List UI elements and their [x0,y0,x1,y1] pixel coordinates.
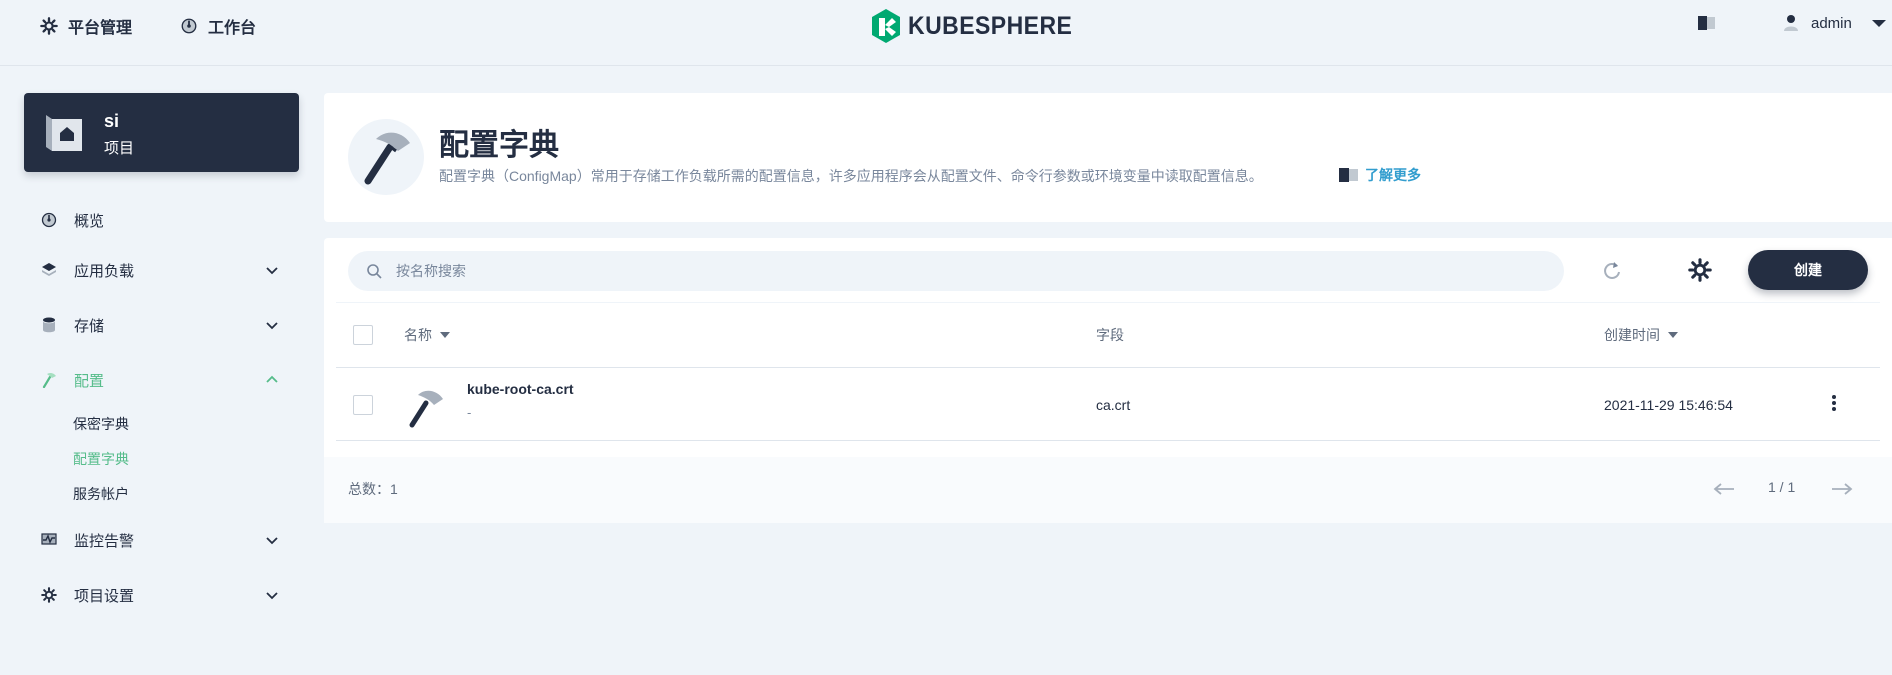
create-button[interactable]: 创建 [1748,250,1868,290]
table-row[interactable]: kube-root-ca.crt - ca.crt 2021-11-29 15:… [336,369,1880,441]
arrow-right-icon[interactable] [1830,481,1854,497]
workbench-link[interactable]: 工作台 [180,14,256,38]
chevron-down-icon [266,592,278,600]
kubesphere-logo[interactable]: KUBESPHERE [870,8,1087,44]
search-icon [367,264,382,279]
sidebar-item-label: 概览 [74,212,105,230]
page-title: 配置字典 [439,129,559,162]
chevron-down-icon [266,537,278,545]
configmap-description: - [467,405,472,420]
more-options-icon[interactable] [1826,393,1842,413]
sidebar-item-label: 监控告警 [74,532,135,550]
project-icon [46,115,82,151]
hammer-icon [409,390,443,428]
user-icon [1784,15,1798,31]
platform-management-label: 平台管理 [68,20,133,37]
user-menu[interactable]: admin [1783,14,1886,32]
sidebar-item-configuration[interactable]: 配置 [40,365,290,395]
sidebar-subitem-secrets[interactable]: 保密字典 [73,414,129,434]
workbench-label: 工作台 [208,20,257,37]
column-label: 创建时间 [1604,327,1660,343]
page-description: 配置字典（ConfigMap）常用于存储工作负载所需的配置信息，许多应用程序会从… [439,168,1263,184]
sidebar-item-workloads[interactable]: 应用负载 [40,255,290,285]
username: admin [1811,14,1852,32]
project-name: si [104,111,120,131]
sidebar-subitem-service-accounts[interactable]: 服务帐户 [73,484,129,504]
column-header-created[interactable]: 创建时间 [1604,325,1678,345]
column-header-name[interactable]: 名称 [404,325,450,345]
monitor-icon [40,531,58,549]
column-label: 名称 [404,327,432,343]
sidebar-subitem-configmaps[interactable]: 配置字典 [73,449,129,469]
sidebar-item-storage[interactable]: 存储 [40,310,290,340]
hammer-icon [40,371,58,389]
configmap-table-card: 创建 名称 字段 创建时间 kube-root-ca.crt - ca.crt … [324,238,1892,523]
project-card[interactable]: si 项目 [24,93,299,172]
hammer-icon [348,119,424,195]
gear-icon[interactable] [1688,258,1712,282]
table-footer: 总数：1 1 / 1 [324,457,1892,523]
top-header: 平台管理 工作台 KUBESPHERE admin [0,0,1892,66]
sidebar-item-project-settings[interactable]: 项目设置 [40,580,290,610]
sidebar-item-monitoring[interactable]: 监控告警 [40,525,290,555]
learn-more-label: 了解更多 [1365,167,1421,183]
gear-icon [40,586,58,604]
chevron-down-icon [266,322,278,330]
database-icon [40,316,58,334]
search-bar[interactable] [348,251,1564,291]
chevron-down-icon [266,267,278,275]
dashboard-icon [181,18,197,34]
book-icon[interactable] [1698,16,1716,30]
sidebar-item-overview[interactable]: 概览 [40,205,290,235]
column-label: 字段 [1096,327,1124,343]
total-count: 总数：1 [348,481,398,497]
select-all-checkbox[interactable] [353,325,373,345]
column-header-field: 字段 [1096,325,1124,345]
project-type: 项目 [104,140,135,157]
dashboard-icon [40,211,58,229]
gear-icon [40,17,58,35]
configmap-name-link[interactable]: kube-root-ca.crt [467,381,574,397]
learn-more-link[interactable]: 了解更多 [1339,165,1421,185]
book-icon [1339,168,1358,182]
row-checkbox[interactable] [353,395,373,415]
sort-icon [1668,332,1678,338]
refresh-icon[interactable] [1600,258,1624,282]
sidebar-item-label: 配置 [74,372,105,390]
layers-icon [40,261,58,279]
sidebar-item-label: 项目设置 [74,587,135,605]
table-header: 名称 字段 创建时间 [336,302,1880,368]
chevron-down-icon [1871,19,1886,27]
sort-icon [440,332,450,338]
page-banner: 配置字典 配置字典（ConfigMap）常用于存储工作负载所需的配置信息，许多应… [324,93,1892,222]
arrow-left-icon[interactable] [1712,481,1736,497]
platform-management-link[interactable]: 平台管理 [40,14,132,38]
sidebar-item-label: 应用负载 [74,262,135,280]
chevron-up-icon [266,375,278,383]
page-indicator: 1 / 1 [1768,479,1796,495]
configmap-created-time: 2021-11-29 15:46:54 [1604,397,1733,413]
kubesphere-logo-icon [872,9,900,43]
search-input[interactable] [396,263,1296,279]
logo-text: KUBESPHERE [908,11,1073,40]
sidebar-item-label: 存储 [74,317,105,335]
configmap-field: ca.crt [1096,397,1131,413]
